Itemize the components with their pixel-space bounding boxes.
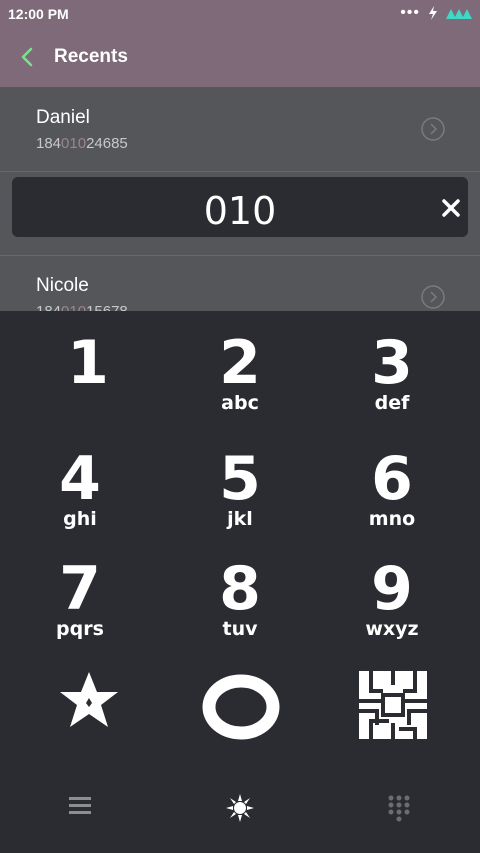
key-9[interactable]: 9 wxyz (312, 545, 472, 655)
status-bar: 12:00 PM ••• (0, 0, 480, 30)
key-star[interactable] (8, 655, 168, 765)
app-bar: Recents (0, 30, 480, 87)
number-suffix: 24685 (86, 135, 128, 152)
search-query-text: 010 (203, 189, 277, 233)
status-icons: ••• (400, 4, 472, 21)
contact-name: Daniel (36, 107, 90, 128)
key-digit: 1 (67, 328, 109, 398)
key-letters: pqrs (56, 618, 104, 640)
key-5[interactable]: 5 jkl (160, 435, 320, 545)
signal-icon (446, 9, 472, 19)
key-letters: mno (368, 508, 416, 530)
key-hash[interactable] (312, 655, 472, 765)
key-6[interactable]: 6 mno (312, 435, 472, 545)
recents-list: Daniel 18401024685 010 Nicole 1840101567… (0, 87, 480, 320)
dialpad-icon[interactable] (387, 794, 411, 822)
back-arrow-icon[interactable] (18, 46, 38, 68)
key-zero[interactable] (160, 655, 320, 765)
divider (0, 171, 480, 172)
clear-icon[interactable] (440, 197, 462, 219)
key-7[interactable]: 7 pqrs (0, 545, 160, 655)
key-2[interactable]: 2 abc (160, 319, 320, 429)
key-letters: abc (221, 392, 259, 414)
chevron-right-icon[interactable] (421, 285, 445, 309)
key-digit: 3 (371, 328, 413, 398)
key-8[interactable]: 8 tuv (160, 545, 320, 655)
key-4[interactable]: 4 ghi (0, 435, 160, 545)
key-digit: 4 (59, 444, 101, 514)
key-letters: tuv (222, 618, 258, 640)
menu-lines-icon[interactable] (69, 796, 91, 816)
star-icon (60, 672, 118, 727)
phone-screen: 12:00 PM ••• Recents Daniel 18401024685 … (0, 0, 480, 853)
key-letters: ghi (63, 508, 97, 530)
key-digit: 8 (219, 554, 261, 624)
sun-burst-icon[interactable] (226, 794, 254, 822)
status-time: 12:00 PM (8, 6, 69, 22)
contact-row-daniel[interactable]: Daniel 18401024685 (0, 87, 480, 171)
number-match: 010 (61, 135, 87, 152)
bottom-navigation (0, 771, 480, 853)
key-letters: jkl (227, 508, 253, 530)
chevron-right-icon[interactable] (421, 117, 445, 141)
search-query-box[interactable]: 010 (12, 177, 468, 237)
contact-name: Nicole (36, 275, 89, 296)
key-digit: 5 (219, 444, 261, 514)
contact-number: 18401024685 (36, 135, 128, 152)
charging-bolt-icon (429, 6, 437, 20)
more-dots-icon: ••• (400, 4, 420, 21)
key-digit: 9 (371, 554, 413, 624)
key-digit: 6 (371, 444, 413, 514)
zero-ring-icon (202, 674, 280, 740)
key-digit: 2 (219, 328, 261, 398)
key-digit: 7 (59, 554, 101, 624)
key-letters: def (374, 392, 410, 414)
key-1[interactable]: 1 (8, 319, 168, 429)
page-title: Recents (54, 46, 128, 67)
key-letters: wxyz (365, 618, 419, 640)
key-3[interactable]: 3 def (312, 319, 472, 429)
maze-pattern-icon (359, 671, 427, 739)
number-prefix: 184 (36, 135, 62, 152)
